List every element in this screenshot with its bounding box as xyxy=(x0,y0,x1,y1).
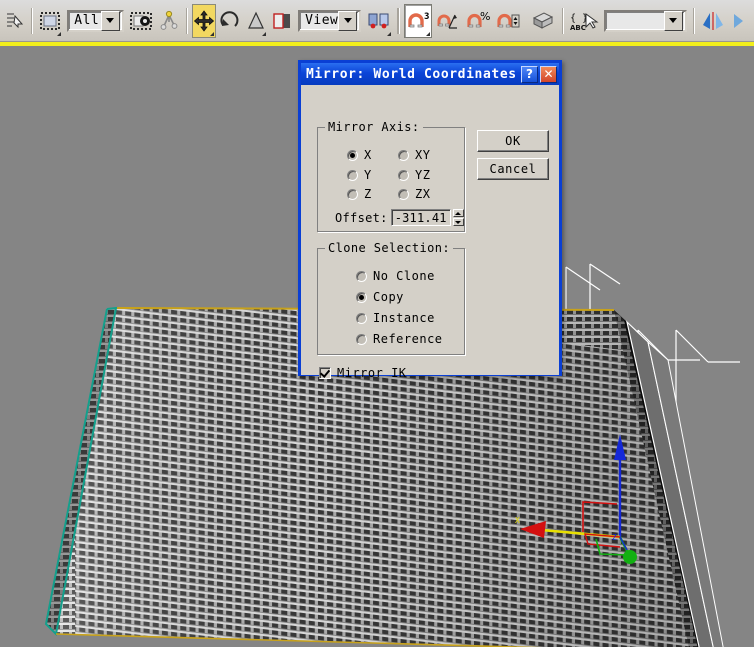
flyout-corner xyxy=(425,31,430,36)
mirror-ik-label: Mirror IK xyxy=(337,366,407,380)
radio-clone-reference[interactable]: Reference xyxy=(356,332,443,346)
radio-clone-copy[interactable]: Copy xyxy=(356,290,404,304)
snap-toggle-icon[interactable]: 3 xyxy=(403,3,432,38)
use-center-icon[interactable] xyxy=(365,4,393,38)
close-icon[interactable]: ✕ xyxy=(540,65,557,83)
chevron-down-icon[interactable] xyxy=(338,10,358,31)
reference-coordinate-value: View xyxy=(305,13,339,28)
mirror-ik-checkbox[interactable]: Mirror IK xyxy=(319,366,407,380)
flyout-corner xyxy=(262,31,267,36)
select-and-scale-icon[interactable] xyxy=(244,4,268,38)
svg-text:ABC: ABC xyxy=(570,24,586,32)
radio-label: Reference xyxy=(373,332,443,346)
radio-label: YZ xyxy=(415,168,431,182)
radio-indicator xyxy=(347,149,358,161)
radio-label: Copy xyxy=(373,290,404,304)
dialog-body: Mirror Axis: X Y Z XY YZ ZX Offset: -311… xyxy=(301,85,559,380)
flyout-corner xyxy=(57,31,62,36)
radio-axis-zx[interactable]: ZX xyxy=(398,187,430,201)
radio-indicator xyxy=(356,312,367,324)
radio-indicator xyxy=(398,149,409,161)
toolbar-separator xyxy=(397,7,400,34)
radio-axis-x[interactable]: X xyxy=(347,148,372,162)
spinner-snap-icon[interactable] xyxy=(494,4,524,38)
offset-label: Offset: xyxy=(335,210,388,225)
dialog-title-bar[interactable]: Mirror: World Coordinates ? ✕ xyxy=(301,63,559,85)
undo-icon[interactable] xyxy=(3,4,27,38)
clone-selection-legend: Clone Selection: xyxy=(325,241,453,255)
selection-filter-value: All xyxy=(74,13,100,28)
radio-axis-yz[interactable]: YZ xyxy=(398,168,430,182)
radio-label: No Clone xyxy=(373,269,435,283)
radio-indicator xyxy=(347,169,358,181)
radio-clone-instance[interactable]: Instance xyxy=(356,311,435,325)
select-object-icon[interactable] xyxy=(37,4,63,38)
radio-label: X xyxy=(364,148,372,162)
radio-indicator xyxy=(347,188,358,200)
radio-label: ZX xyxy=(415,187,431,201)
selection-filter-combo[interactable]: All xyxy=(67,9,124,32)
radio-indicator xyxy=(356,291,367,303)
angle-snap-icon[interactable] xyxy=(434,4,462,38)
main-toolbar: All View 3 % {} ABC xyxy=(0,0,754,42)
toolbar-separator xyxy=(692,7,695,34)
radio-clone-no-clone[interactable]: No Clone xyxy=(356,269,435,283)
radio-label: Instance xyxy=(373,311,435,325)
select-by-name-icon[interactable] xyxy=(128,4,154,38)
mirror-axis-legend: Mirror Axis: xyxy=(325,120,423,134)
render-scene-icon[interactable] xyxy=(526,4,558,38)
percent-snap-icon[interactable]: % xyxy=(464,4,492,38)
array-icon[interactable] xyxy=(729,4,751,38)
radio-indicator xyxy=(398,188,409,200)
radio-indicator xyxy=(356,270,367,282)
select-and-rotate-icon[interactable] xyxy=(218,4,242,38)
radio-indicator xyxy=(398,169,409,181)
svg-text:{ }: { } xyxy=(570,13,588,24)
offset-spinner[interactable] xyxy=(452,209,464,226)
radio-axis-xy[interactable]: XY xyxy=(398,148,430,162)
dialog-title: Mirror: World Coordinates xyxy=(306,66,517,82)
mirror-icon[interactable] xyxy=(699,4,727,38)
select-and-link-icon[interactable] xyxy=(156,4,182,38)
radio-label: XY xyxy=(415,148,431,162)
spinner-up-icon[interactable] xyxy=(452,209,464,217)
checkbox-indicator xyxy=(319,367,331,379)
max-application-window: All View 3 % {} ABC X Z Mirror: World C… xyxy=(0,0,754,647)
svg-text:%: % xyxy=(480,10,490,23)
toolbar-separator xyxy=(561,7,564,34)
named-selection-sets-combo[interactable] xyxy=(603,9,687,32)
gizmo-x-label: X xyxy=(515,516,520,525)
radio-axis-z[interactable]: Z xyxy=(347,187,372,201)
radio-label: Y xyxy=(364,168,372,182)
chevron-down-icon[interactable] xyxy=(663,10,683,31)
radio-indicator xyxy=(356,333,367,345)
flyout-corner xyxy=(210,31,215,36)
chevron-down-icon[interactable] xyxy=(100,10,120,31)
gizmo-z-label: Z xyxy=(612,533,617,542)
flyout-corner xyxy=(387,31,392,36)
offset-row: Offset: -311.41 xyxy=(335,209,464,226)
toolbar-separator xyxy=(31,7,34,34)
help-button[interactable]: ? xyxy=(521,65,538,83)
reference-coordinate-icon[interactable] xyxy=(270,4,294,38)
spinner-down-icon[interactable] xyxy=(452,218,464,226)
radio-label: Z xyxy=(364,187,372,201)
mirror-dialog: Mirror: World Coordinates ? ✕ Mirror Axi… xyxy=(298,60,562,380)
reference-coordinate-combo[interactable]: View xyxy=(298,9,362,32)
offset-input[interactable]: -311.41 xyxy=(390,209,451,226)
toolbar-separator xyxy=(185,7,189,34)
radio-axis-y[interactable]: Y xyxy=(347,168,372,182)
ok-button[interactable]: OK xyxy=(477,130,549,152)
select-and-move-icon[interactable] xyxy=(192,3,217,38)
svg-text:3: 3 xyxy=(424,12,429,22)
named-selection-sets-icon[interactable]: { } ABC xyxy=(568,4,600,38)
cancel-button[interactable]: Cancel xyxy=(477,158,549,180)
